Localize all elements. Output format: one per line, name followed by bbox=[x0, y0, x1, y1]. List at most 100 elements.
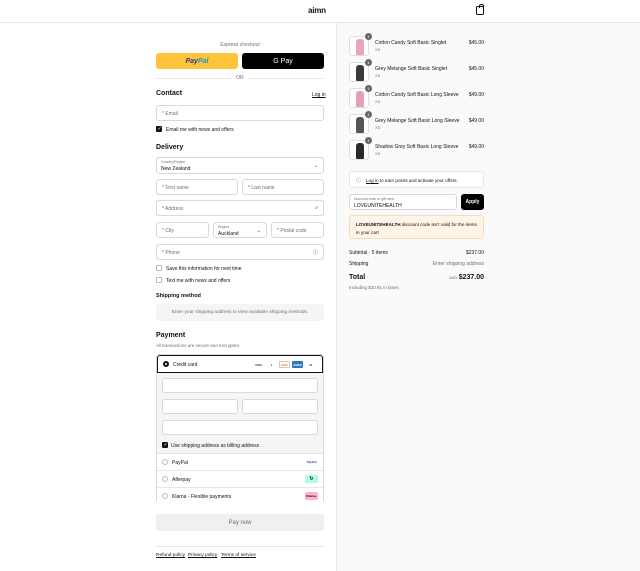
first-name-field[interactable]: * First name bbox=[156, 179, 238, 195]
text-news-checkbox[interactable] bbox=[156, 277, 162, 283]
security-code-field[interactable] bbox=[242, 399, 318, 414]
product-image bbox=[356, 39, 364, 55]
phone-placeholder: * Phone bbox=[162, 250, 180, 256]
discount-error-message: LOVEUNITEHEALTH discount code isn't vali… bbox=[349, 215, 484, 239]
discount-label: Discount code or gift card bbox=[354, 197, 394, 201]
product-size: XS bbox=[375, 47, 381, 52]
shipping-row: Shipping Enter shipping address bbox=[349, 261, 484, 267]
email-news-checkbox[interactable] bbox=[156, 126, 162, 132]
shipping-method-heading: Shipping method bbox=[156, 293, 201, 299]
paypal-radio[interactable] bbox=[162, 459, 168, 465]
card-number-field[interactable] bbox=[162, 378, 318, 393]
discount-code-field[interactable]: Discount code or gift card LOVEUNITEHEAL… bbox=[349, 194, 457, 210]
save-info-checkbox[interactable] bbox=[156, 265, 162, 271]
loyalty-notice: ⓘ Log in to earn points and activate you… bbox=[349, 171, 484, 188]
expiry-field[interactable] bbox=[162, 399, 238, 414]
product-size: XS bbox=[375, 151, 381, 156]
chevron-down-icon: ⌄ bbox=[256, 228, 261, 234]
search-icon: ⌕ bbox=[315, 205, 318, 211]
refund-policy-link[interactable]: Refund policy bbox=[156, 553, 185, 558]
email-field[interactable]: * Email bbox=[156, 105, 324, 121]
shipping-label: Shipping bbox=[349, 261, 369, 267]
afterpay-icon: ↻ bbox=[305, 475, 318, 483]
region-select[interactable]: Region Auckland ⌄ bbox=[213, 222, 267, 238]
footer-divider bbox=[156, 546, 324, 547]
email-placeholder: * Email bbox=[162, 111, 178, 117]
last-name-field[interactable]: * Last name bbox=[242, 179, 324, 195]
afterpay-radio[interactable] bbox=[162, 476, 168, 482]
cart-item: 1 Shadow Grey Soft Basic Long Sleeve XS $49… bbox=[349, 137, 484, 162]
total-currency: NZD bbox=[449, 275, 458, 280]
name-on-card-field[interactable] bbox=[162, 420, 318, 435]
city-placeholder: * City bbox=[162, 228, 174, 234]
klarna-option-label: Klarna - Flexible payments bbox=[172, 494, 232, 500]
card-logos: VISA ● DISC AMEX +5 bbox=[253, 361, 316, 368]
cart-item: 1 Grey Melange Soft Basic Singlet XS $45.00 bbox=[349, 59, 484, 84]
product-price: $49.00 bbox=[468, 92, 484, 98]
credit-card-label: Credit card bbox=[173, 362, 198, 368]
phone-field[interactable]: * Phone ⓘ bbox=[156, 244, 324, 260]
quantity-badge: 1 bbox=[365, 137, 372, 144]
payment-subtitle: All transactions are secure and encrypte… bbox=[156, 343, 241, 348]
apply-discount-button[interactable]: Apply bbox=[461, 194, 484, 210]
postal-code-field[interactable]: * Postal code bbox=[271, 222, 324, 238]
cart-item: 1 Grey Melange Soft Basic Long Sleeve XS $4… bbox=[349, 111, 484, 136]
country-select[interactable]: Country/Region New Zealand ⌄ bbox=[156, 157, 324, 174]
country-value: New Zealand bbox=[161, 166, 191, 172]
amex-icon: AMEX bbox=[292, 361, 303, 368]
klarna-icon: Klarna. bbox=[305, 492, 318, 500]
product-name: Cotton Candy Soft Basic Singlet bbox=[375, 40, 447, 46]
first-name-placeholder: * First name bbox=[162, 185, 189, 191]
paypal-express-button[interactable]: PayPal bbox=[156, 53, 238, 69]
credit-card-option[interactable]: Credit card VISA ● DISC AMEX +5 bbox=[157, 355, 323, 373]
discover-icon: DISC bbox=[279, 361, 290, 368]
privacy-policy-link[interactable]: Privacy policy bbox=[188, 553, 217, 558]
klarna-radio[interactable] bbox=[162, 493, 168, 499]
subtotal-label: Subtotal · 5 items bbox=[349, 250, 388, 256]
pay-now-button[interactable]: Pay now bbox=[156, 514, 324, 531]
terms-of-service-link[interactable]: Terms of service bbox=[221, 553, 256, 558]
product-image bbox=[356, 143, 364, 159]
product-name: Shadow Grey Soft Basic Long Sleeve bbox=[375, 144, 459, 150]
gpay-express-button[interactable]: G Pay bbox=[242, 53, 324, 69]
product-image bbox=[356, 117, 364, 133]
product-price: $45.00 bbox=[468, 66, 484, 72]
visa-icon: VISA bbox=[253, 361, 264, 368]
billing-address-label: Use shipping address as billing address bbox=[171, 443, 260, 449]
text-news-label: Text me with news and offers bbox=[166, 278, 231, 284]
product-image bbox=[356, 91, 364, 107]
loyalty-login-link[interactable]: Log in bbox=[366, 178, 379, 183]
subtotal-row: Subtotal · 5 items $237.00 bbox=[349, 250, 484, 256]
product-name: Grey Melange Soft Basic Long Sleeve bbox=[375, 118, 460, 124]
paypal-option[interactable]: PayPal PayPal bbox=[157, 453, 323, 470]
address-placeholder: * Address bbox=[162, 206, 184, 212]
product-size: XS bbox=[375, 99, 381, 104]
total-row: Total NZD $237.00 bbox=[349, 274, 484, 281]
credit-card-radio[interactable] bbox=[163, 361, 169, 367]
product-price: $49.00 bbox=[468, 144, 484, 150]
login-link[interactable]: Log in bbox=[312, 92, 326, 98]
shopping-bag-icon[interactable] bbox=[476, 4, 484, 15]
error-code: LOVEUNITEHEALTH bbox=[356, 222, 401, 227]
klarna-option[interactable]: Klarna - Flexible payments Klarna. bbox=[157, 487, 323, 504]
save-info-label: Save this information for next time bbox=[166, 266, 242, 272]
total-label: Total bbox=[349, 274, 366, 281]
help-icon[interactable]: ⓘ bbox=[313, 249, 318, 256]
product-size: XS bbox=[375, 73, 381, 78]
store-logo[interactable]: aimn bbox=[308, 6, 326, 15]
afterpay-option[interactable]: Afterpay ↻ bbox=[157, 470, 323, 487]
top-bar: aimn bbox=[0, 0, 640, 23]
paypal-text-b: Pal bbox=[197, 57, 209, 65]
cart-item: 1 Cotton Candy Soft Basic Long Sleeve XS $4… bbox=[349, 85, 484, 110]
delivery-heading: Delivery bbox=[156, 144, 184, 151]
subtotal-value: $237.00 bbox=[465, 250, 484, 256]
paypal-option-label: PayPal bbox=[172, 460, 188, 466]
billing-address-checkbox[interactable] bbox=[162, 442, 168, 448]
product-price: $49.00 bbox=[468, 118, 484, 124]
payment-methods: Credit card VISA ● DISC AMEX +5 Use ship… bbox=[156, 354, 324, 504]
chevron-down-icon: ⌄ bbox=[313, 163, 318, 169]
shipping-method-info: Enter your shipping address to view avai… bbox=[156, 304, 324, 321]
checkout-form: Express checkout PayPal G Pay OR Contact… bbox=[0, 23, 336, 571]
address-field[interactable]: * Address ⌕ bbox=[156, 200, 324, 216]
city-field[interactable]: * City bbox=[156, 222, 209, 238]
